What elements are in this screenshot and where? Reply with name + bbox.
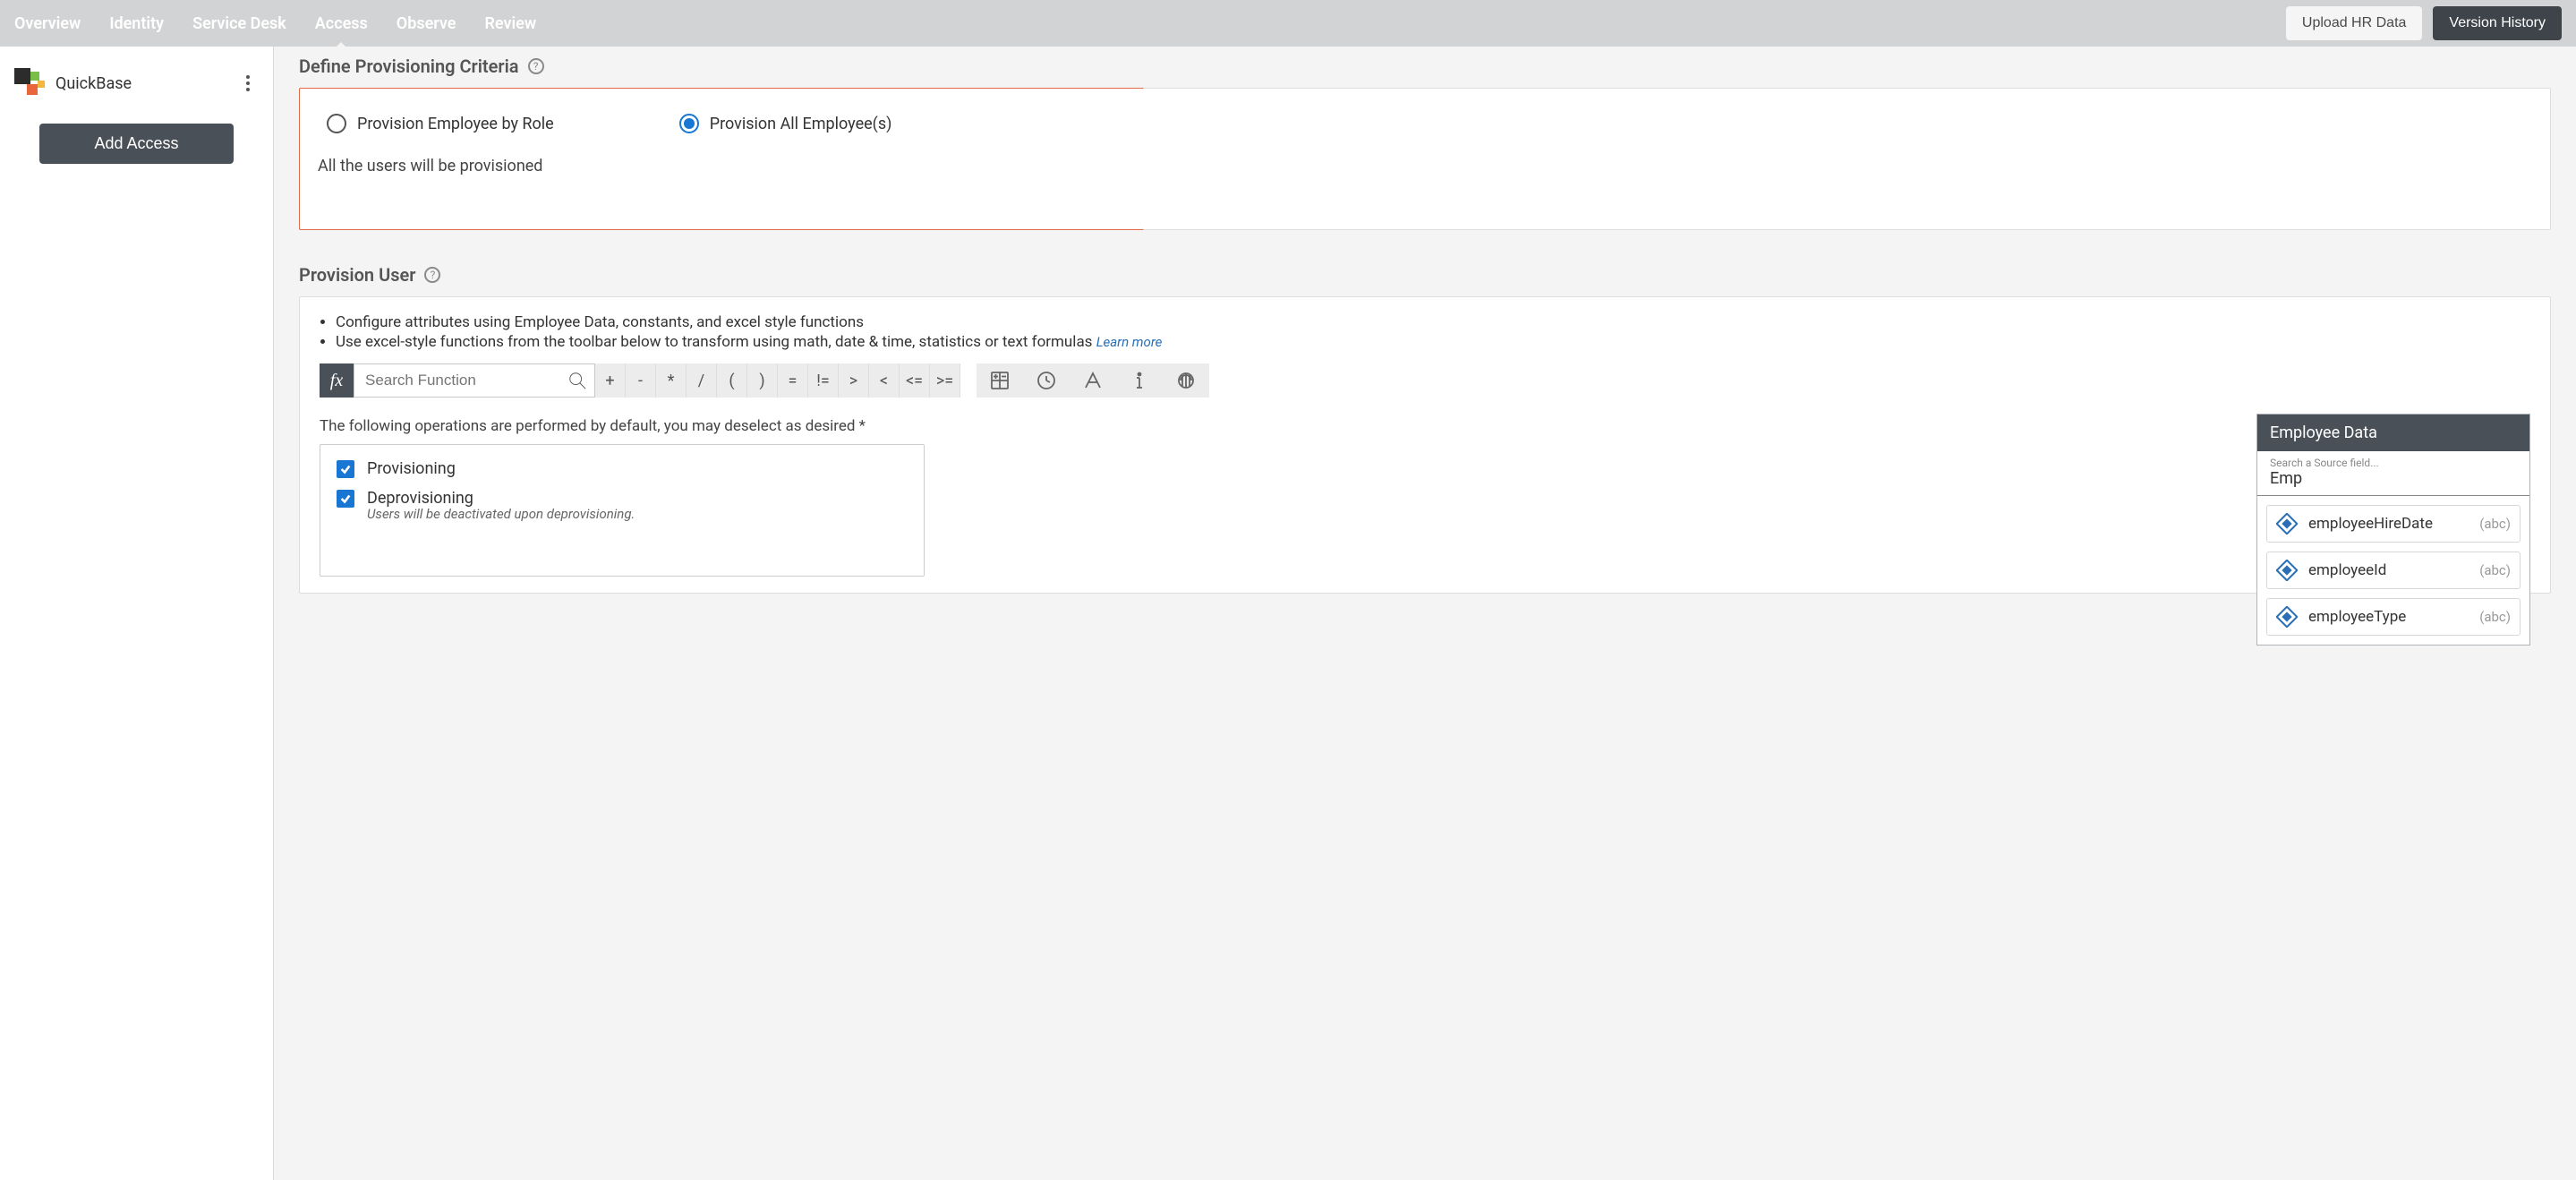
operator-lt[interactable]: <: [869, 363, 900, 398]
field-type: (abc): [2479, 516, 2511, 532]
help-icon[interactable]: ?: [424, 267, 440, 283]
diamond-icon: [2276, 606, 2298, 628]
main-content: Define Provisioning Criteria ? Provision…: [274, 47, 2576, 1180]
field-employee-type[interactable]: employeeType (abc): [2266, 598, 2521, 636]
nav-overview[interactable]: Overview: [14, 2, 81, 46]
operator-minus[interactable]: -: [626, 363, 656, 398]
operator-plus[interactable]: +: [595, 363, 626, 398]
criteria-title: Define Provisioning Criteria: [299, 56, 519, 77]
radio-label: Provision Employee by Role: [357, 115, 554, 133]
checkbox-checked-icon: [337, 460, 354, 478]
instruction-item: Use excel-style functions from the toolb…: [336, 333, 2530, 351]
add-access-button[interactable]: Add Access: [39, 124, 234, 164]
operator-paren-close[interactable]: ): [747, 363, 778, 398]
time-category-icon[interactable]: [1023, 363, 1070, 398]
field-name: employeeHireDate: [2308, 515, 2469, 533]
text-category-icon[interactable]: [1070, 363, 1116, 398]
provision-user-panel: Configure attributes using Employee Data…: [299, 296, 2551, 594]
diamond-icon: [2276, 513, 2298, 534]
radio-provision-all[interactable]: Provision All Employee(s): [679, 114, 892, 133]
nav-service-desk[interactable]: Service Desk: [192, 2, 286, 46]
employee-data-header: Employee Data: [2257, 415, 2529, 451]
radio-icon-selected: [679, 114, 699, 133]
operations-box: Provisioning Deprovisioning Users will b…: [320, 444, 925, 577]
operator-paren-open[interactable]: (: [717, 363, 747, 398]
search-placeholder: Search a Source field...: [2270, 457, 2517, 469]
nav-access[interactable]: Access: [315, 2, 368, 46]
operations-note: The following operations are performed b…: [320, 417, 2530, 435]
kebab-menu-icon[interactable]: [237, 73, 259, 94]
checkbox-checked-icon: [337, 490, 354, 508]
top-nav: Overview Identity Service Desk Access Ob…: [14, 2, 2286, 46]
nav-review[interactable]: Review: [484, 2, 536, 46]
logic-category-icon[interactable]: [1163, 363, 1209, 398]
employee-data-search[interactable]: Search a Source field... Emp: [2257, 451, 2529, 496]
operator-multiply[interactable]: *: [656, 363, 687, 398]
search-function-field[interactable]: [365, 372, 567, 389]
checkbox-label: Provisioning: [367, 459, 456, 478]
learn-more-link[interactable]: Learn more: [1096, 334, 1163, 350]
formula-toolbar: fx + - * / ( ) = != > < <= >=: [320, 363, 2530, 398]
field-employee-id[interactable]: employeeId (abc): [2266, 552, 2521, 589]
radio-provision-by-role[interactable]: Provision Employee by Role: [327, 114, 554, 133]
operator-gt[interactable]: >: [839, 363, 869, 398]
field-type: (abc): [2479, 562, 2511, 578]
app-row-quickbase[interactable]: QuickBase: [0, 63, 273, 104]
employee-data-list: employeeHireDate (abc) employeeId (abc) …: [2257, 496, 2529, 645]
operator-equals[interactable]: =: [778, 363, 808, 398]
search-icon: [567, 371, 587, 390]
instruction-item: Configure attributes using Employee Data…: [336, 313, 2530, 331]
criteria-highlight-box: Provision Employee by Role Provision All…: [299, 88, 1144, 230]
radio-icon: [327, 114, 346, 133]
checkbox-provisioning[interactable]: Provisioning: [337, 459, 908, 478]
quickbase-icon: [14, 68, 45, 98]
criteria-panel: Provision Employee by Role Provision All…: [299, 88, 2551, 230]
sidebar: QuickBase Add Access: [0, 47, 274, 1180]
field-name: employeeId: [2308, 561, 2469, 579]
operator-not-equals[interactable]: !=: [808, 363, 839, 398]
version-history-button[interactable]: Version History: [2433, 6, 2562, 40]
operator-gte[interactable]: >=: [930, 363, 960, 398]
fx-icon[interactable]: fx: [320, 363, 354, 398]
search-value: Emp: [2270, 469, 2517, 492]
deprovisioning-note: Users will be deactivated upon deprovisi…: [367, 506, 908, 522]
top-bar: Overview Identity Service Desk Access Ob…: [0, 0, 2576, 47]
upload-hr-data-button[interactable]: Upload HR Data: [2286, 6, 2423, 40]
provision-user-title: Provision User: [299, 264, 415, 286]
field-type: (abc): [2479, 609, 2511, 625]
info-category-icon[interactable]: [1116, 363, 1163, 398]
app-name-label: QuickBase: [55, 74, 226, 93]
checkbox-label: Deprovisioning: [367, 489, 473, 508]
criteria-description: All the users will be provisioned: [318, 157, 1125, 175]
math-category-icon[interactable]: [977, 363, 1023, 398]
help-icon[interactable]: ?: [528, 58, 544, 74]
diamond-icon: [2276, 560, 2298, 581]
operator-divide[interactable]: /: [687, 363, 717, 398]
radio-label: Provision All Employee(s): [710, 115, 892, 133]
instruction-list: Configure attributes using Employee Data…: [336, 313, 2530, 351]
checkbox-deprovisioning[interactable]: Deprovisioning: [337, 489, 908, 508]
nav-observe[interactable]: Observe: [397, 2, 456, 46]
operator-lte[interactable]: <=: [900, 363, 930, 398]
search-function-input[interactable]: [354, 363, 595, 398]
employee-data-panel: Employee Data Search a Source field... E…: [2256, 414, 2530, 646]
field-name: employeeType: [2308, 608, 2469, 626]
field-employee-hire-date[interactable]: employeeHireDate (abc): [2266, 505, 2521, 543]
nav-identity[interactable]: Identity: [109, 2, 164, 46]
